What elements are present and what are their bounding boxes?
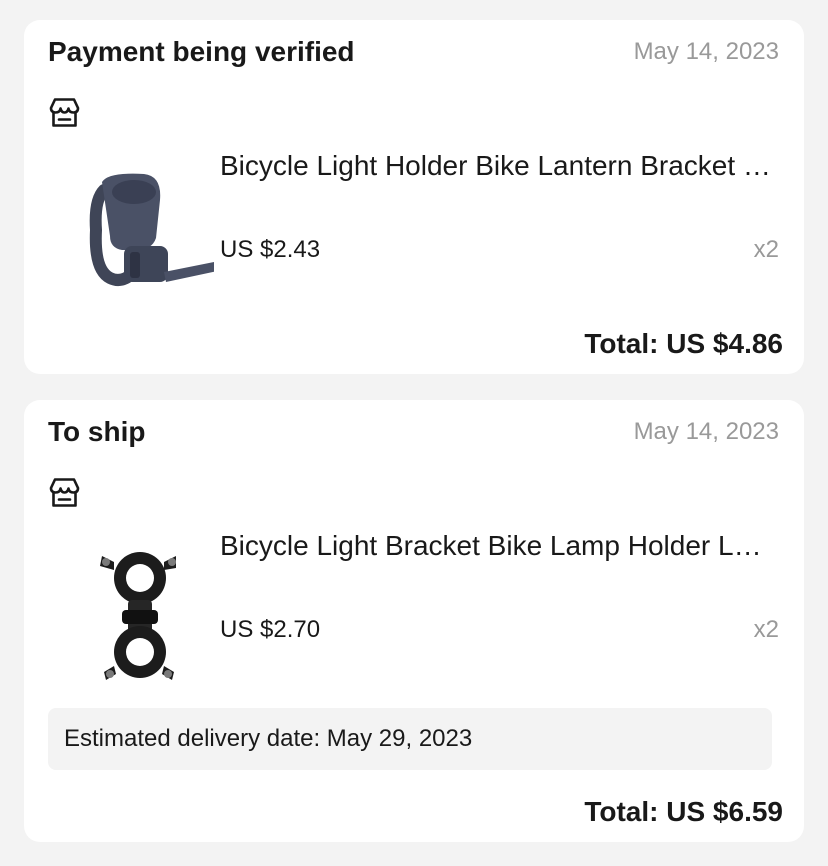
product-price: US $2.43	[220, 236, 321, 263]
product-quantity: x2	[753, 616, 779, 643]
product-title[interactable]: Bicycle Light Bracket Bike Lamp Holder L…	[220, 528, 780, 564]
product-price: US $2.70	[220, 616, 321, 643]
store-icon[interactable]	[48, 476, 81, 509]
estimated-delivery-date: Estimated delivery date: May 29, 2023	[48, 708, 772, 770]
order-card[interactable]: To ship May 14, 2023 Bicycle Light Brack…	[24, 400, 804, 842]
product-image[interactable]	[64, 160, 214, 310]
order-status: To ship	[48, 416, 146, 447]
order-total: Total: US $6.59	[584, 796, 783, 827]
order-card[interactable]: Payment being verified May 14, 2023 Bicy…	[24, 20, 804, 374]
order-total: Total: US $4.86	[584, 328, 783, 359]
store-icon[interactable]	[48, 96, 81, 129]
product-quantity: x2	[753, 236, 779, 263]
product-image[interactable]	[64, 540, 214, 690]
order-status: Payment being verified	[48, 36, 355, 67]
order-date: May 14, 2023	[633, 418, 779, 445]
order-date: May 14, 2023	[633, 38, 779, 65]
product-title[interactable]: Bicycle Light Holder Bike Lantern Bracke…	[220, 148, 780, 184]
